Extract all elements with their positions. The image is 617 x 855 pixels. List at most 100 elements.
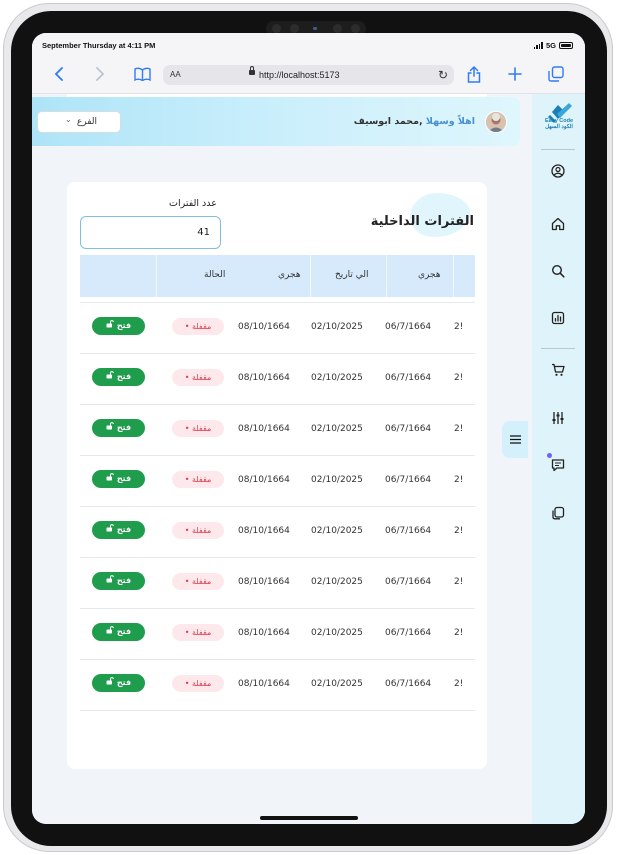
user-name: ,محمد ابوسيف [353,116,423,127]
cell-hijri-from: 06/7/1664 [385,526,432,536]
table-header: هجري الي تاريخ هجري الحالة [80,255,475,297]
cell-hijri-from: 06/7/1664 [385,628,432,638]
cell-start-date: 2! [454,679,464,689]
message-icon [551,459,565,472]
status-badge: • مقفلة [172,471,224,488]
column-separator [453,255,454,297]
column-header-hijri-from: هجري [418,270,441,280]
tabs-button[interactable] [547,65,565,83]
sidebar-item-settings[interactable] [549,409,567,427]
sidebar-item-search[interactable] [549,262,567,280]
column-separator [156,255,157,297]
periods-count-input[interactable]: 41 [80,216,221,249]
share-icon [467,65,481,83]
periods-card: الفترات الداخلية عدد الفترات 41 هجري الي… [67,182,487,769]
open-period-label: فتح [116,423,132,432]
unlock-icon [106,317,114,335]
cell-start-date: 2! [454,373,464,383]
open-period-label: فتح [116,627,132,636]
sidebar-item-profile[interactable] [549,162,567,180]
bookmarks-button[interactable] [133,65,151,83]
cell-start-date: 2! [454,577,464,587]
reader-mode-button[interactable]: AA [170,70,181,79]
open-period-button[interactable]: فتح [92,572,145,590]
cell-hijri-from: 06/7/1664 [385,577,432,587]
camera-indicator-icon [313,27,317,30]
cell-hijri-to: 08/10/1664 [238,679,290,689]
menu-toggle-button[interactable] [502,421,528,458]
open-period-button[interactable]: فتح [92,419,145,437]
book-icon [133,67,151,81]
status-badge: • مقفلة [172,675,224,692]
plus-icon [508,67,522,81]
lock-icon [249,66,255,75]
share-button[interactable] [465,65,483,83]
sidebar-divider [541,348,575,349]
sidebar-item-documents[interactable] [549,504,567,522]
open-period-button[interactable]: فتح [92,674,145,692]
cell-hijri-from: 06/7/1664 [385,475,432,485]
column-separator [386,255,387,297]
open-period-button[interactable]: فتح [92,368,145,386]
sidebar-item-cart[interactable] [549,361,567,379]
copy-icon [552,506,565,520]
address-bar[interactable]: AA http://localhost:5173 ↻ [163,65,454,85]
cell-to-date: 02/10/2025 [311,679,363,689]
cell-to-date: 02/10/2025 [311,373,363,383]
branch-select[interactable]: ⌄ الفرع [37,111,121,133]
chart-icon [551,311,565,325]
periods-count-value: 41 [197,227,210,238]
battery-icon [559,42,573,49]
sensor-icon [351,24,360,33]
unlock-icon [106,572,114,590]
forward-button[interactable] [91,65,109,83]
sidebar-item-reports[interactable] [549,309,567,327]
cell-to-date: 02/10/2025 [311,424,363,434]
open-period-label: فتح [116,678,132,687]
open-period-button[interactable]: فتح [92,470,145,488]
app-page: ⌄ الفرع اهلاً وسهلا ,محمد ابوسيف الفترات… [32,94,585,824]
sensor-icon [333,24,342,33]
cell-hijri-to: 08/10/1664 [238,628,290,638]
column-header-status: الحالة [204,270,226,280]
cell-hijri-to: 08/10/1664 [238,373,290,383]
table-row: 2! 06/7/1664 02/10/2025 08/10/1664 • مقفلة فت… [80,302,475,354]
column-header-hijri-to: هجري [278,270,301,280]
back-button[interactable] [50,65,68,83]
status-badge: • مقفلة [172,573,224,590]
avatar[interactable] [485,111,507,133]
sliders-icon [552,412,564,424]
unlock-icon [106,521,114,539]
open-period-button[interactable]: فتح [92,521,145,539]
user-circle-icon [551,164,565,178]
periods-table: هجري الي تاريخ هجري الحالة 2! 06/7/1664 02… [80,255,475,719]
open-period-button[interactable]: فتح [92,623,145,641]
table-row: 2! 06/7/1664 02/10/2025 08/10/1664 • مقفلة فت… [80,404,475,456]
chevron-right-icon [96,67,105,81]
cell-start-date: 2! [454,628,464,638]
open-period-label: فتح [116,525,132,534]
status-badge: • مقفلة [172,420,224,437]
reload-icon[interactable]: ↻ [438,68,448,82]
status-time: September Thursday at 4:11 PM [42,41,156,50]
cell-to-date: 02/10/2025 [311,322,363,332]
new-tab-button[interactable] [506,65,524,83]
browser-toolbar: AA http://localhost:5173 ↻ [32,57,585,94]
cell-to-date: 02/10/2025 [311,526,363,536]
sidebar-item-home[interactable] [549,215,567,233]
home-icon [551,217,565,231]
status-badge: • مقفلة [172,624,224,641]
network-label: 5G [545,41,556,50]
open-period-label: فتح [116,321,132,330]
home-indicator [260,816,358,820]
sidebar-item-messages[interactable] [547,453,567,474]
column-header-to-date: الي تاريخ [335,270,369,280]
open-period-label: فتح [116,474,132,483]
table-row: 2! 06/7/1664 02/10/2025 08/10/1664 • مقفلة فت… [80,557,475,609]
status-badge: • مقفلة [172,369,224,386]
avatar-image [486,112,506,132]
cell-hijri-to: 08/10/1664 [238,577,290,587]
cell-hijri-from: 06/7/1664 [385,373,432,383]
open-period-button[interactable]: فتح [92,317,145,335]
status-indicators: 5G [533,41,573,50]
